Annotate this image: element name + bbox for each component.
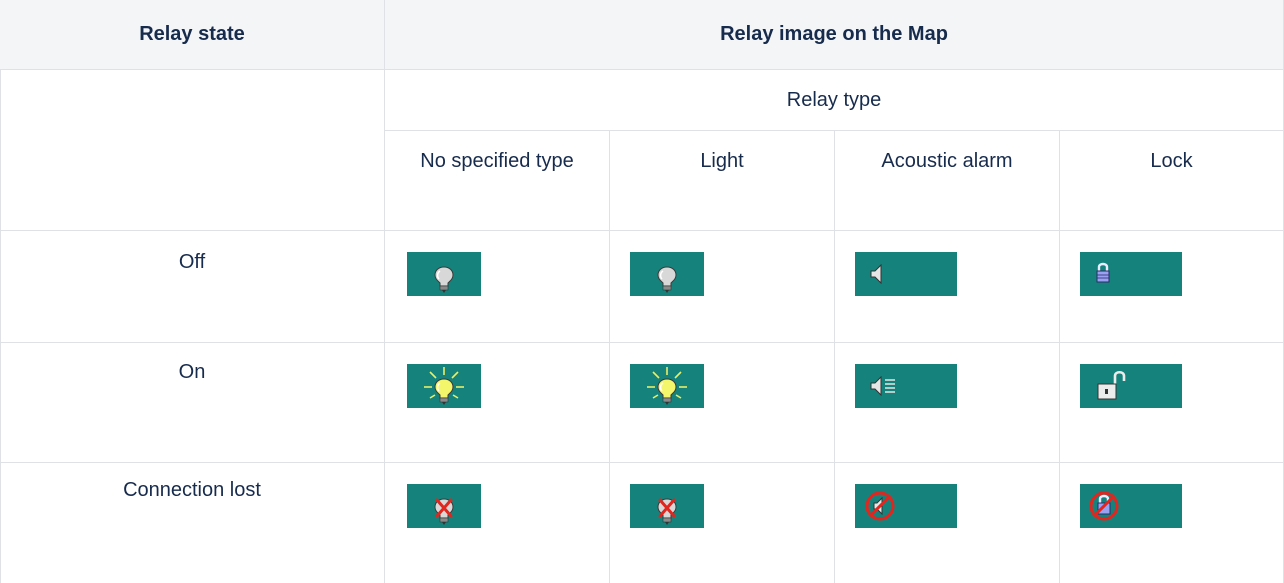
state-on: On [0, 343, 385, 463]
table-cell [610, 343, 835, 463]
header-relay-image: Relay image on the Map [385, 0, 1284, 70]
relay-table: Relay state Relay image on the Map Relay… [0, 0, 1284, 583]
speaker-lost-icon [855, 484, 957, 528]
padlock-open-icon [1080, 364, 1182, 408]
speaker-on-icon [855, 364, 957, 408]
table-cell [610, 231, 835, 343]
table-cell [385, 231, 610, 343]
padlock-lost-icon [1080, 484, 1182, 528]
table-cell [610, 463, 835, 583]
table-cell [385, 463, 610, 583]
bulb-off-icon [630, 252, 704, 296]
header-relay-state: Relay state [0, 0, 385, 70]
empty-state-cell [0, 70, 385, 231]
state-off: Off [0, 231, 385, 343]
speaker-off-icon [855, 252, 957, 296]
type-lock: Lock [1060, 131, 1284, 231]
bulb-lost-icon [630, 484, 704, 528]
bulb-off-icon [407, 252, 481, 296]
padlock-closed-icon [1080, 252, 1182, 296]
table-cell [835, 463, 1060, 583]
bulb-on-icon [407, 364, 481, 408]
bulb-on-icon [630, 364, 704, 408]
table-cell [1060, 343, 1284, 463]
type-no-specified: No specified type [385, 131, 610, 231]
state-connection-lost: Connection lost [0, 463, 385, 583]
table-cell [835, 231, 1060, 343]
table-cell [1060, 231, 1284, 343]
table-cell [835, 343, 1060, 463]
table-cell [1060, 463, 1284, 583]
type-acoustic-alarm: Acoustic alarm [835, 131, 1060, 231]
type-light: Light [610, 131, 835, 231]
bulb-lost-icon [407, 484, 481, 528]
table-cell [385, 343, 610, 463]
relay-type-label: Relay type [385, 70, 1284, 131]
